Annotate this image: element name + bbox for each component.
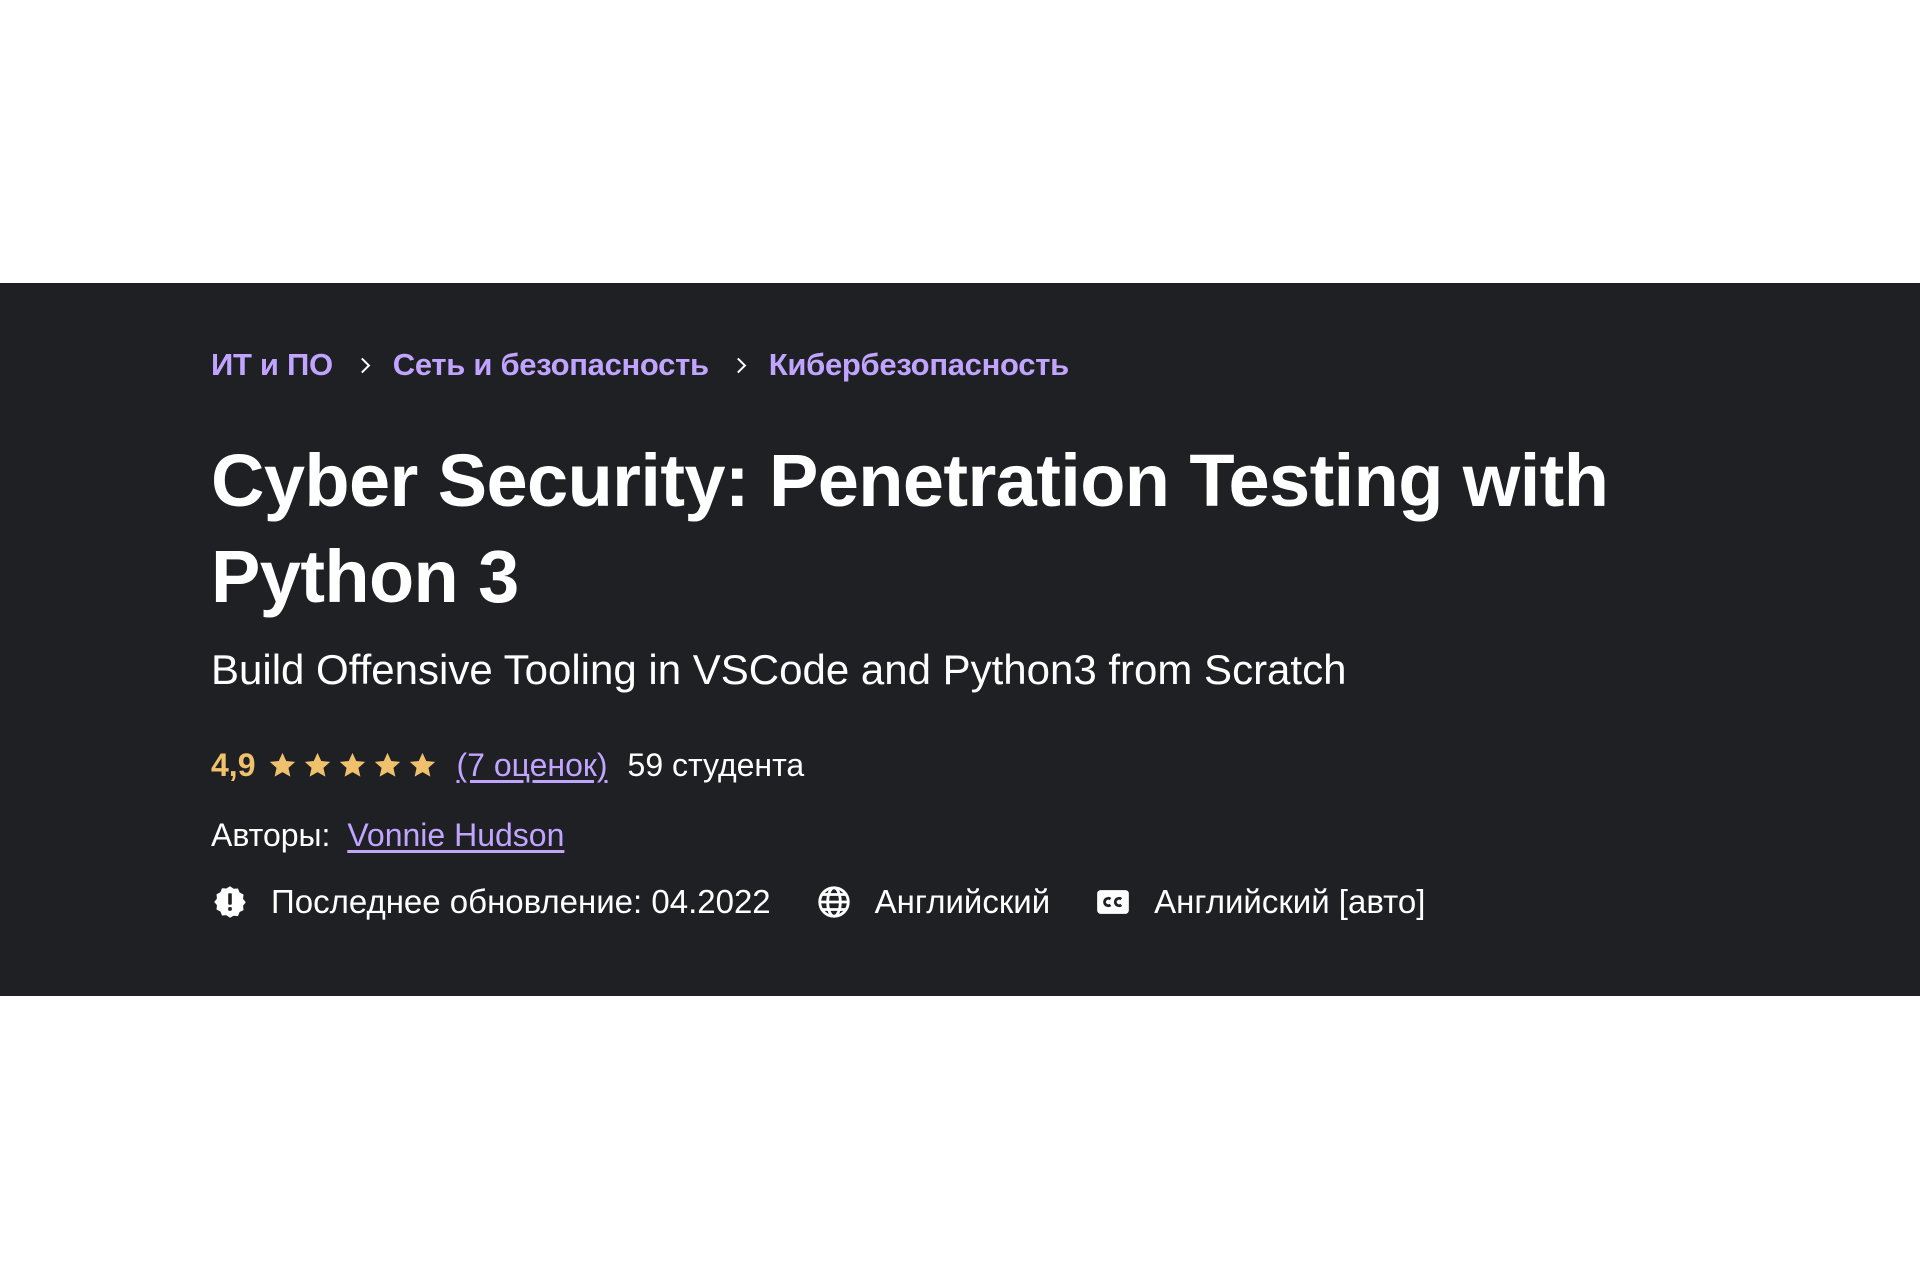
course-captions-text: Английский [авто] — [1154, 883, 1426, 920]
page: ИТ и ПО Сеть и безопасность Кибербезопас… — [0, 0, 1920, 1280]
rating-stars — [267, 750, 442, 781]
breadcrumb-item-it-software[interactable]: ИТ и ПО — [211, 347, 333, 383]
course-subtitle: Build Offensive Tooling in VSCode and Py… — [211, 646, 1347, 693]
last-updated-text: Последнее обновление: 04.2022 — [271, 883, 771, 920]
authors-row: Авторы: Vonnie Hudson — [211, 817, 564, 854]
star-icon — [305, 752, 331, 777]
closed-captions-icon — [1094, 883, 1132, 921]
chevron-right-icon — [333, 350, 393, 380]
rating-value: 4,9 — [211, 747, 256, 783]
globe-icon — [815, 883, 853, 921]
alert-badge-icon — [211, 883, 249, 921]
authors-label: Авторы: — [211, 817, 331, 853]
breadcrumb-item-network-security[interactable]: Сеть и безопасность — [393, 347, 709, 383]
author-link[interactable]: Vonnie Hudson — [347, 817, 564, 853]
course-language: Английский — [815, 883, 1050, 921]
star-icon — [270, 752, 296, 777]
star-icon — [375, 752, 401, 777]
breadcrumb-item-cybersecurity[interactable]: Кибербезопасность — [769, 347, 1069, 383]
star-icon — [340, 752, 366, 777]
students-count: 59 студента — [627, 747, 805, 783]
last-updated: Последнее обновление: 04.2022 — [211, 883, 771, 921]
rating-row: 4,9 (7 оценок) 59 студента — [211, 747, 804, 784]
chevron-right-icon — [709, 350, 769, 380]
course-header-banner: ИТ и ПО Сеть и безопасность Кибербезопас… — [0, 283, 1920, 996]
course-meta-row: Последнее обновление: 04.2022 Английский — [211, 883, 1469, 921]
course-language-text: Английский — [874, 883, 1051, 920]
course-title: Cyber Security: Penetration Testing with… — [211, 439, 1609, 618]
ratings-count-link[interactable]: (7 оценок) — [456, 747, 607, 784]
course-captions: Английский [авто] — [1094, 883, 1425, 921]
breadcrumb: ИТ и ПО Сеть и безопасность Кибербезопас… — [211, 347, 1069, 383]
star-icon — [410, 752, 436, 777]
